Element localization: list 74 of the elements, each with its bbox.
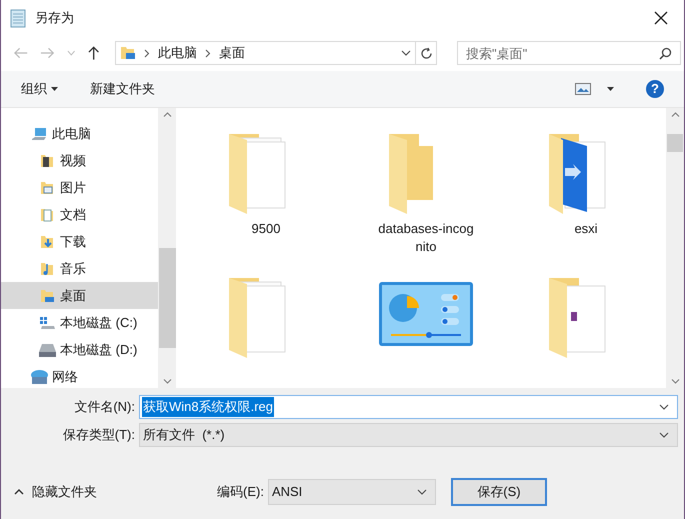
refresh-icon — [420, 46, 433, 60]
chevron-down-icon — [659, 432, 669, 438]
sidebar-item[interactable]: 图片 — [1, 174, 158, 201]
pictures-folder-icon — [39, 180, 56, 196]
sidebar-item[interactable]: 音乐 — [1, 255, 158, 282]
sidebar-item[interactable]: 本地磁盘 (C:) — [1, 309, 158, 336]
breadcrumb-item[interactable]: 此电脑 — [158, 43, 198, 63]
notepad-icon — [9, 8, 27, 28]
up-arrow-icon[interactable] — [88, 45, 100, 61]
file-type-dropdown[interactable]: 所有文件 (*.*) — [139, 423, 678, 447]
sidebar-item-label: 本地磁盘 (C:) — [60, 314, 138, 332]
scroll-up-icon[interactable] — [162, 112, 172, 117]
sidebar-item-label: 视频 — [60, 152, 86, 170]
chevron-down-icon[interactable] — [401, 50, 412, 56]
music-folder-icon — [39, 260, 56, 276]
file-type-label: 保存类型(T): — [62, 426, 136, 444]
sidebar-item-label: 文档 — [60, 206, 86, 224]
scrollbar[interactable] — [158, 108, 176, 388]
sidebar-item-label: 图片 — [60, 178, 86, 197]
sidebar-item[interactable]: 网络 — [1, 363, 158, 390]
scroll-up-icon[interactable] — [670, 112, 680, 117]
filename-label: 文件名(N): — [73, 398, 136, 416]
desktop-folder-icon — [39, 288, 56, 304]
video-folder-icon — [39, 152, 56, 168]
sidebar-item[interactable]: 本地磁盘 (D:) — [1, 336, 158, 363]
organize-menu-button[interactable]: 组织 — [21, 79, 58, 99]
file-name[interactable]: databases-incognito — [378, 220, 474, 256]
computer-icon — [31, 126, 48, 142]
sidebar-item[interactable]: 视频 — [1, 147, 158, 174]
scroll-thumb[interactable] — [667, 134, 683, 152]
filename-field[interactable]: 获取Win8系统权限.reg — [139, 395, 678, 419]
encoding-dropdown[interactable]: ANSI — [268, 479, 436, 505]
breadcrumb-item[interactable]: 桌面 — [219, 43, 246, 63]
save-button[interactable]: 保存(S) — [450, 478, 547, 506]
sidebar-item-label: 下载 — [60, 232, 86, 251]
sidebar-item-label: 网络 — [52, 368, 78, 386]
drive-icon — [39, 342, 56, 358]
sidebar-item[interactable]: 桌面 — [1, 282, 158, 309]
chevron-up-icon — [14, 489, 24, 495]
scroll-down-icon[interactable] — [670, 379, 680, 384]
desktop-folder-icon — [120, 45, 136, 61]
file-name[interactable]: esxi — [538, 220, 634, 238]
sidebar-item[interactable]: 文档 — [1, 201, 158, 228]
view-picture-icon[interactable] — [575, 83, 591, 95]
sidebar-item[interactable]: 下载 — [1, 228, 158, 255]
hide-folders-button[interactable]: 隐藏文件夹 — [14, 482, 97, 502]
caret-icon[interactable] — [607, 87, 614, 91]
address-bar[interactable]: 此电脑 桌面 — [115, 41, 416, 65]
chevron-down-icon — [416, 489, 427, 495]
network-icon — [31, 368, 48, 384]
new-folder-button[interactable]: 新建文件夹 — [90, 79, 155, 99]
search-field[interactable]: 搜索"桌面" — [457, 41, 682, 65]
drive-icon — [39, 314, 56, 330]
chevron-right-icon[interactable] — [205, 48, 212, 58]
documents-folder-icon — [39, 206, 56, 222]
sidebar-item-label: 桌面 — [60, 286, 86, 305]
chevron-down-icon[interactable] — [659, 404, 669, 410]
chevron-right-icon[interactable] — [144, 48, 150, 58]
filename-value: 获取Win8系统权限.reg — [142, 397, 274, 417]
scrollbar[interactable] — [666, 108, 684, 388]
help-button[interactable]: ? — [646, 80, 664, 98]
file-name[interactable]: 9500 — [218, 220, 314, 238]
sidebar-item-label: 本地磁盘 (D:) — [60, 340, 138, 359]
sidebar-item-label: 音乐 — [60, 260, 86, 278]
refresh-button[interactable] — [416, 41, 438, 65]
caret-icon — [51, 87, 58, 91]
sidebar-item-label: 此电脑 — [52, 124, 91, 143]
window-title: 另存为 — [35, 8, 74, 27]
downloads-folder-icon — [39, 234, 56, 250]
close-icon[interactable] — [654, 10, 668, 24]
scroll-down-icon[interactable] — [162, 379, 172, 384]
encoding-label: 编码(E): — [217, 483, 264, 502]
sidebar-item[interactable]: 此电脑 — [1, 120, 158, 147]
scroll-thumb[interactable] — [158, 248, 176, 348]
